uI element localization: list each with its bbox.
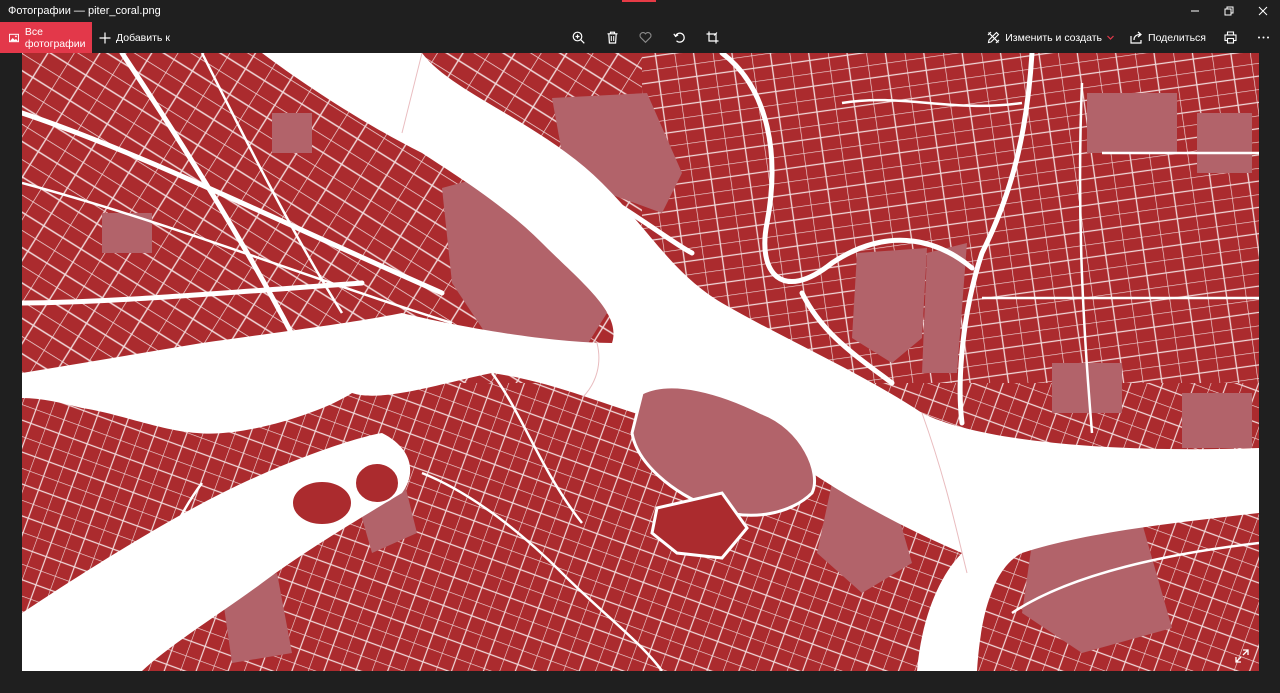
zoom-icon bbox=[572, 31, 585, 44]
restore-icon bbox=[1224, 6, 1234, 16]
favorite-button[interactable] bbox=[629, 22, 663, 53]
restore-button[interactable] bbox=[1212, 0, 1246, 22]
rotate-icon bbox=[673, 32, 685, 43]
heart-icon bbox=[639, 32, 652, 44]
more-button[interactable] bbox=[1247, 22, 1280, 53]
close-icon bbox=[1258, 6, 1268, 16]
window-title: Фотографии — piter_coral.png bbox=[8, 5, 161, 17]
trash-icon bbox=[607, 31, 618, 44]
print-button[interactable] bbox=[1214, 22, 1247, 53]
minimize-icon bbox=[1191, 10, 1199, 12]
rotate-button[interactable] bbox=[663, 22, 697, 53]
toolbar: Все фотографии Добавить к Изменить и соз… bbox=[0, 22, 1280, 53]
chevron-down-icon bbox=[1107, 35, 1114, 40]
edit-create-icon bbox=[987, 31, 1000, 44]
share-button[interactable]: Поделиться bbox=[1122, 22, 1214, 53]
photo-canvas[interactable] bbox=[22, 53, 1259, 671]
expand-icon[interactable] bbox=[1235, 649, 1249, 663]
photos-icon bbox=[9, 33, 19, 42]
add-to-label: Добавить к bbox=[116, 31, 170, 44]
more-icon bbox=[1258, 36, 1269, 39]
share-icon bbox=[1130, 31, 1142, 44]
image-tools bbox=[562, 22, 730, 53]
title-bar: Фотографии — piter_coral.png bbox=[0, 0, 1280, 22]
zoom-button[interactable] bbox=[562, 22, 596, 53]
share-label: Поделиться bbox=[1148, 31, 1206, 44]
map-image bbox=[22, 53, 1259, 671]
all-photos-button[interactable]: Все фотографии bbox=[0, 22, 92, 53]
edit-create-label: Изменить и создать bbox=[1005, 31, 1103, 44]
print-icon bbox=[1224, 31, 1237, 44]
right-tools: Изменить и создать Поделиться bbox=[979, 22, 1280, 53]
add-to-button[interactable]: Добавить к bbox=[99, 22, 170, 53]
loading-indicator bbox=[622, 0, 656, 2]
delete-button[interactable] bbox=[596, 22, 630, 53]
minimize-button[interactable] bbox=[1178, 0, 1212, 22]
close-button[interactable] bbox=[1246, 0, 1280, 22]
crop-button[interactable] bbox=[696, 22, 730, 53]
window-controls bbox=[1178, 0, 1280, 22]
crop-icon bbox=[706, 31, 719, 44]
edit-create-button[interactable]: Изменить и создать bbox=[979, 22, 1122, 53]
plus-icon bbox=[99, 32, 111, 43]
all-photos-label: Все фотографии bbox=[24, 25, 86, 50]
